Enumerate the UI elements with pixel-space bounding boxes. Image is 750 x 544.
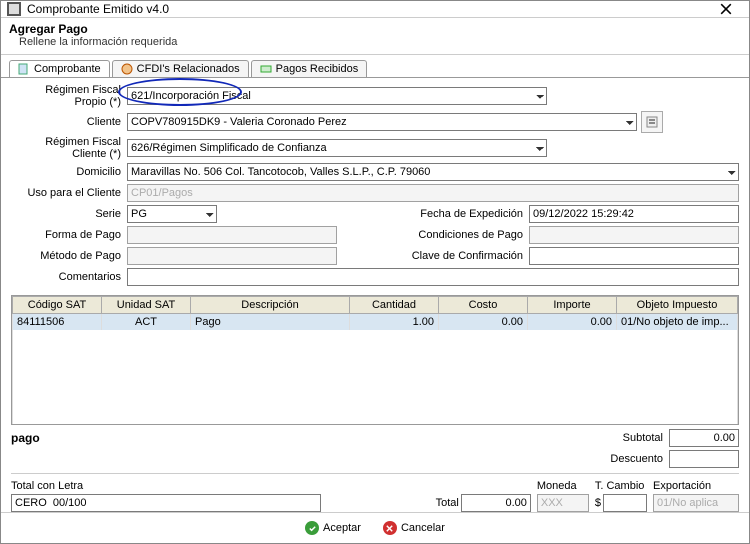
clave-confirmacion-input[interactable] [529, 247, 739, 265]
label-forma-pago: Forma de Pago [11, 229, 127, 241]
tab-label: Pagos Recibidos [276, 63, 359, 75]
cancel-icon [383, 521, 397, 535]
document-icon [18, 63, 30, 75]
total-letra-input[interactable] [11, 494, 321, 512]
tab-pagos-recibidos[interactable]: Pagos Recibidos [251, 60, 368, 77]
cliente-lookup-button[interactable] [641, 111, 663, 133]
col-unidad-sat[interactable]: Unidad SAT [102, 297, 191, 314]
moneda-select: XXX [537, 494, 589, 512]
forma-pago-select [127, 226, 337, 244]
label-regimen-cliente: Régimen Fiscal Cliente (*) [11, 136, 127, 160]
regimen-cliente-select[interactable]: 626/Régimen Simplificado de Confianza [127, 139, 547, 157]
col-descripcion[interactable]: Descripción [191, 297, 350, 314]
domicilio-select[interactable]: Maravillas No. 506 Col. Tancotocob, Vall… [127, 163, 739, 181]
label-cliente: Cliente [11, 116, 127, 128]
cancelar-button[interactable]: Cancelar [377, 519, 451, 537]
uso-cliente-select: CP01/Pagos [127, 184, 739, 202]
comentarios-input[interactable] [127, 268, 739, 286]
col-costo[interactable]: Costo [439, 297, 528, 314]
payments-icon [260, 63, 272, 75]
label-tcambio: T. Cambio [595, 480, 647, 492]
tab-cfdis-relacionados[interactable]: CFDI's Relacionados [112, 60, 249, 77]
label-regimen-propio: Régimen Fiscal Propio (*) [11, 84, 127, 108]
total-input[interactable] [461, 494, 531, 512]
col-cantidad[interactable]: Cantidad [350, 297, 439, 314]
tab-comprobante[interactable]: Comprobante [9, 60, 110, 77]
col-importe[interactable]: Importe [528, 297, 617, 314]
relation-icon [121, 63, 133, 75]
currency-symbol: $ [595, 497, 601, 509]
label-condiciones-pago: Condiciones de Pago [403, 229, 529, 241]
label-metodo-pago: Método de Pago [11, 250, 127, 262]
label-descuento: Descuento [593, 453, 663, 465]
items-table[interactable]: Código SAT Unidad SAT Descripción Cantid… [11, 295, 739, 425]
label-serie: Serie [11, 208, 127, 220]
metodo-pago-select [127, 247, 337, 265]
check-icon [305, 521, 319, 535]
label-fecha-expedicion: Fecha de Expedición [403, 208, 529, 220]
label-total: Total [419, 497, 459, 509]
table-row[interactable]: 84111506 ACT Pago 1.00 0.00 0.00 01/No o… [13, 314, 738, 331]
section-title: Agregar Pago [9, 22, 741, 36]
label-subtotal: Subtotal [593, 432, 663, 444]
regimen-propio-select[interactable]: 621/Incorporación Fiscal [127, 87, 547, 105]
label-moneda: Moneda [537, 480, 589, 492]
tcambio-input[interactable] [603, 494, 647, 512]
section-subtitle: Rellene la información requerida [19, 36, 741, 48]
label-uso-cliente: Uso para el Cliente [11, 187, 127, 199]
col-codigo-sat[interactable]: Código SAT [13, 297, 102, 314]
condiciones-pago-select [529, 226, 739, 244]
cliente-select[interactable]: COPV780915DK9 - Valeria Coronado Perez [127, 113, 637, 131]
label-total-letra: Total con Letra [11, 480, 409, 492]
label-domicilio: Domicilio [11, 166, 127, 178]
label-clave-confirmacion: Clave de Confirmación [403, 250, 529, 262]
label-exportacion: Exportación [653, 480, 739, 492]
window-title: Comprobante Emitido v4.0 [27, 2, 709, 16]
selected-description: pago [11, 431, 593, 445]
tab-label: Comprobante [34, 63, 101, 75]
tab-label: CFDI's Relacionados [137, 63, 240, 75]
label-comentarios: Comentarios [11, 271, 127, 283]
descuento-input[interactable] [669, 450, 739, 468]
exportacion-select: 01/No aplica [653, 494, 739, 512]
app-icon [7, 2, 21, 16]
serie-select[interactable]: PG [127, 205, 217, 223]
aceptar-button[interactable]: Aceptar [299, 519, 367, 537]
fecha-expedicion-input[interactable] [529, 205, 739, 223]
subtotal-input[interactable] [669, 429, 739, 447]
col-objeto-impuesto[interactable]: Objeto Impuesto [617, 297, 738, 314]
close-button[interactable] [709, 1, 743, 17]
